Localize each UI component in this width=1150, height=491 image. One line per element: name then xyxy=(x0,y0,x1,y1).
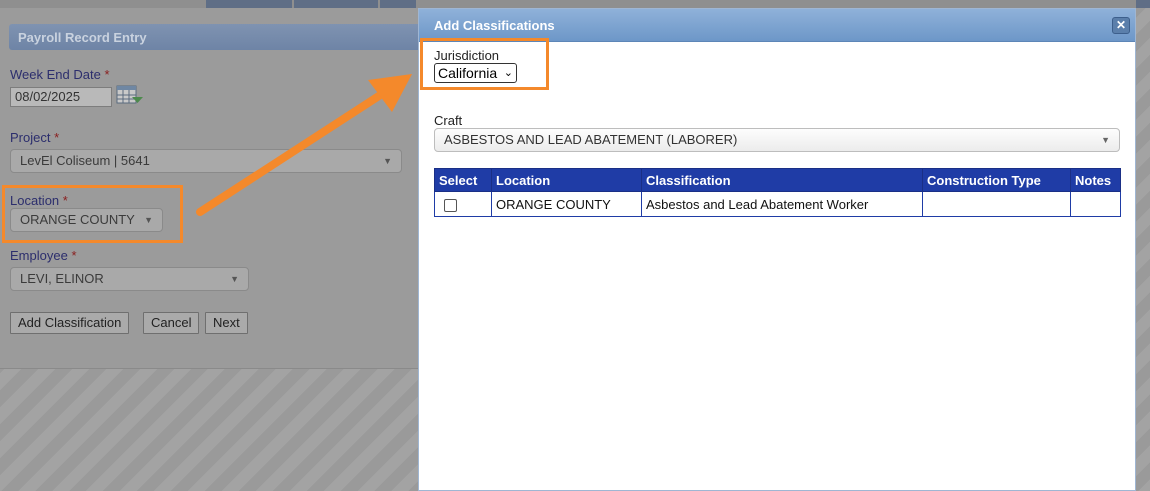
jurisdiction-highlight-box xyxy=(420,38,549,90)
location-highlight-box xyxy=(2,185,183,243)
column-header-classification[interactable]: Classification xyxy=(641,168,923,192)
top-tab xyxy=(380,0,418,8)
project-select[interactable]: LevEl Coliseum | 5641 ▼ xyxy=(10,149,402,173)
construction-type-cell xyxy=(922,191,1071,217)
chevron-down-icon: ▼ xyxy=(383,156,392,166)
notes-cell xyxy=(1070,191,1121,217)
chevron-down-icon: ▼ xyxy=(1101,135,1110,145)
panel-title: Payroll Record Entry xyxy=(18,30,147,45)
top-tab xyxy=(1136,0,1150,8)
employee-select[interactable]: LEVI, ELINOR ▼ xyxy=(10,267,249,291)
column-header-notes[interactable]: Notes xyxy=(1070,168,1121,192)
dialog-title: Add Classifications xyxy=(434,18,555,33)
project-label: Project * xyxy=(10,130,60,145)
week-end-date-input[interactable]: 08/02/2025 xyxy=(10,87,112,107)
table-header-row: Select Location Classification Construct… xyxy=(434,168,1121,192)
location-cell: ORANGE COUNTY xyxy=(491,191,642,217)
top-tab-strip xyxy=(0,0,1150,8)
top-tab xyxy=(206,0,294,8)
top-tab xyxy=(294,0,380,8)
table-row: ORANGE COUNTY Asbestos and Lead Abatemen… xyxy=(434,191,1121,217)
next-button[interactable]: Next xyxy=(205,312,248,334)
classifications-table: Select Location Classification Construct… xyxy=(434,168,1121,217)
column-header-construction-type[interactable]: Construction Type xyxy=(922,168,1071,192)
employee-label: Employee * xyxy=(10,248,77,263)
select-checkbox[interactable] xyxy=(444,198,457,212)
craft-select[interactable]: ASBESTOS AND LEAD ABATEMENT (LABORER) ▼ xyxy=(434,128,1120,152)
calendar-icon[interactable] xyxy=(116,85,144,105)
cancel-button[interactable]: Cancel xyxy=(143,312,200,334)
divider xyxy=(0,368,418,369)
add-classification-button[interactable]: Add Classification xyxy=(10,312,130,334)
chevron-down-icon: ▼ xyxy=(230,274,239,284)
craft-label: Craft xyxy=(434,113,463,128)
select-cell xyxy=(434,191,492,217)
column-header-location[interactable]: Location xyxy=(491,168,642,192)
panel-header: Payroll Record Entry xyxy=(9,24,418,50)
classification-cell: Asbestos and Lead Abatement Worker xyxy=(641,191,923,217)
close-icon[interactable]: ✕ xyxy=(1112,17,1130,34)
week-end-date-label: Week End Date * xyxy=(10,67,110,82)
column-header-select[interactable]: Select xyxy=(434,168,492,192)
